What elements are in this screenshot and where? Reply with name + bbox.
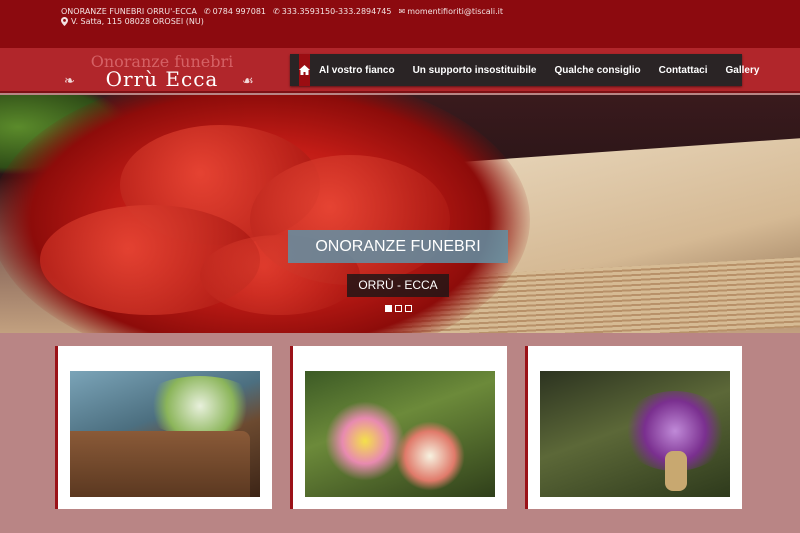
phone-contact[interactable]: ✆ 0784 997081 [204, 7, 266, 16]
phone-icon: ✆ [273, 7, 280, 16]
phone-number-2[interactable]: 333.3593150-333.2894745 [282, 7, 392, 16]
logo-swirl-right-icon: ☙ [242, 74, 254, 89]
nav-item-qualche-consiglio[interactable]: Qualche consiglio [545, 65, 649, 76]
card-photo-orchid-vase[interactable] [540, 371, 730, 497]
photo-detail [665, 451, 687, 491]
photo-detail [140, 376, 260, 436]
slider-dot-3[interactable] [405, 305, 412, 312]
home-icon [299, 65, 310, 75]
slider-dot-2[interactable] [395, 305, 402, 312]
gallery-card-3[interactable] [525, 346, 742, 509]
hero-title: ONORANZE FUNEBRI [288, 230, 508, 263]
contact-row: ONORANZE FUNEBRI ORRU'-ECCA ✆ 0784 997081… [61, 7, 503, 16]
photo-detail [70, 431, 250, 497]
address-row: V. Satta, 115 08028 OROSEI (NU) [61, 17, 204, 26]
gallery-card-2[interactable] [290, 346, 507, 509]
main-navigation: Al vostro fianco Un supporto insostituib… [290, 54, 759, 86]
phone-icon: ✆ [203, 7, 211, 16]
gallery-card-1[interactable] [55, 346, 272, 509]
envelope-icon: ✉ [398, 7, 406, 16]
photo-detail [325, 401, 405, 481]
company-name: ONORANZE FUNEBRI ORRU'-ECCA [61, 7, 197, 16]
hero-subtitle: ORRÙ - ECCA [347, 274, 449, 297]
nav-home-button[interactable] [299, 54, 310, 86]
hero-slider[interactable]: ONORANZE FUNEBRI ORRÙ - ECCA [0, 95, 800, 333]
email-contact[interactable]: ✉ momentifioriti@tiscali.it [399, 7, 504, 16]
logo-title: Orrù Ecca [105, 67, 219, 91]
card-photo-grave-flowers[interactable] [305, 371, 495, 497]
photo-detail [395, 421, 465, 491]
site-header: Onoranze funebri ❧ Orrù Ecca ☙ Al vostro… [0, 48, 800, 93]
nav-item-contattaci[interactable]: Contattaci [650, 65, 717, 76]
email-address[interactable]: momentifioriti@tiscali.it [407, 7, 503, 16]
map-marker-icon [61, 17, 68, 26]
site-logo[interactable]: Onoranze funebri ❧ Orrù Ecca ☙ [64, 50, 260, 91]
slider-dot-1[interactable] [385, 305, 392, 312]
nav-item-un-supporto[interactable]: Un supporto insostituibile [404, 65, 546, 76]
mobile-contact[interactable]: ✆ 333.3593150-333.2894745 [273, 7, 391, 16]
top-contact-bar: ONORANZE FUNEBRI ORRU'-ECCA ✆ 0784 997081… [0, 0, 800, 48]
nav-item-gallery[interactable]: Gallery [717, 65, 769, 76]
card-photo-casket-flowers[interactable] [70, 371, 260, 497]
nav-item-al-vostro-fianco[interactable]: Al vostro fianco [310, 65, 404, 76]
slider-pagination [385, 305, 412, 312]
phone-number-1[interactable]: 0784 997081 [213, 7, 266, 16]
address-text: V. Satta, 115 08028 OROSEI (NU) [71, 17, 204, 26]
